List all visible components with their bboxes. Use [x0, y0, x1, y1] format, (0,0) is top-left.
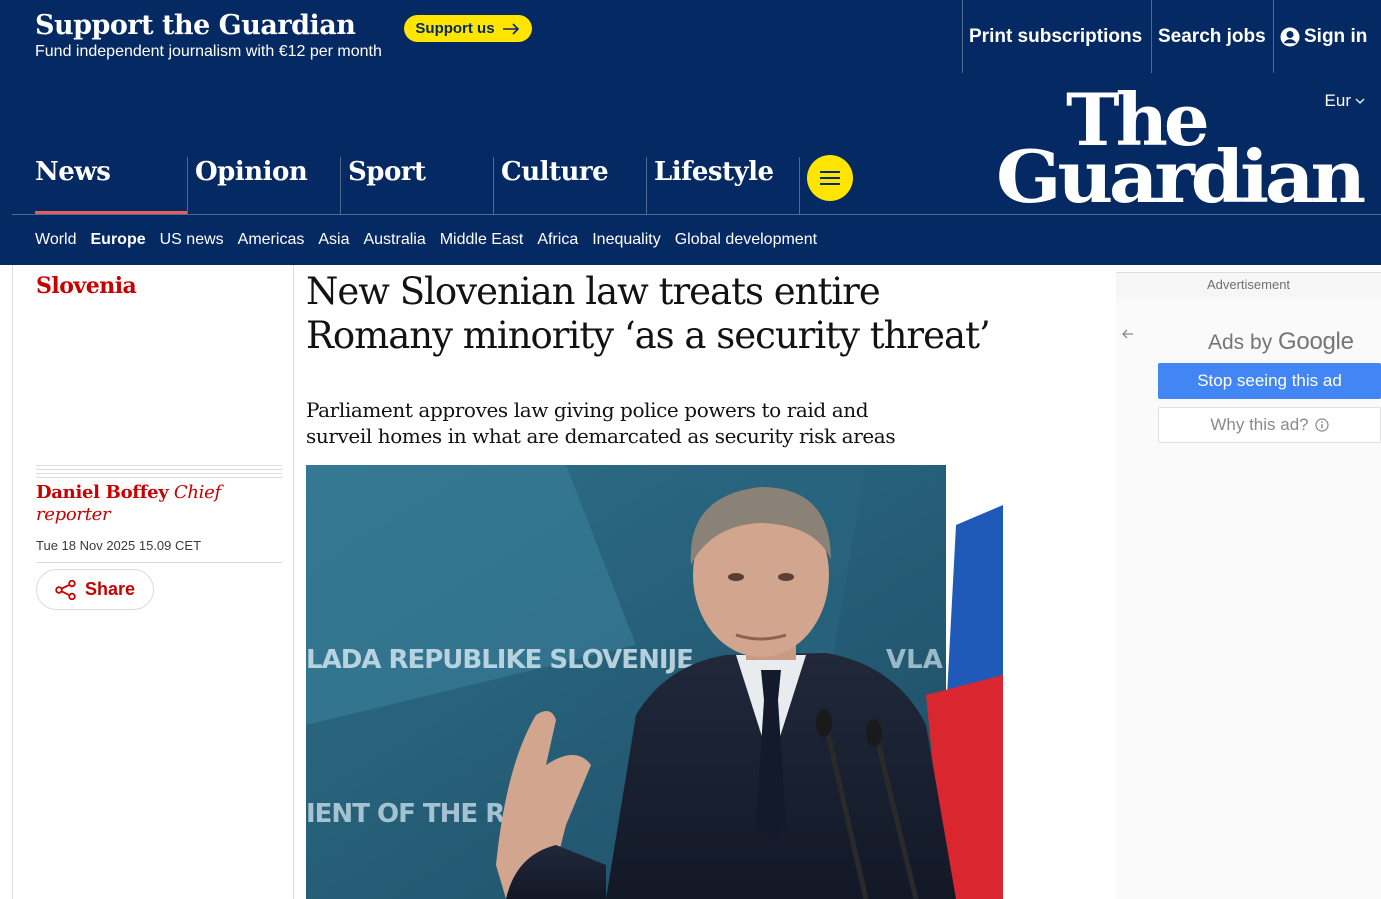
pillar-sport[interactable]: Sport — [340, 157, 493, 215]
image-text-bottom: IENT OF THE RE — [306, 799, 521, 829]
sign-in-link[interactable]: Sign in — [1273, 0, 1381, 73]
subnav-middle-east[interactable]: Middle East — [440, 231, 524, 249]
search-jobs-label: Search jobs — [1158, 25, 1266, 47]
sub-navigation: World Europe US news Americas Asia Austr… — [35, 231, 817, 249]
subnav-americas[interactable]: Americas — [238, 231, 305, 249]
press-conference-photo: LADA REPUBLIKE SLOVENIJE VLA IENT OF THE… — [306, 465, 1003, 899]
pillar-culture[interactable]: Culture — [493, 157, 646, 215]
byline: Daniel Boffey Chief reporter — [36, 482, 282, 526]
pillar-divider — [799, 157, 800, 215]
subnav-inequality[interactable]: Inequality — [592, 231, 661, 249]
stop-seeing-ad-label: Stop seeing this ad — [1197, 371, 1342, 390]
publish-date: Tue 18 Nov 2025 15.09 CET — [36, 538, 202, 553]
pillar-sport-label: Sport — [348, 157, 426, 187]
share-label: Share — [84, 579, 136, 599]
advertisement-slot: Advertisement Ads by Google Stop seeing … — [1116, 272, 1381, 899]
ad-label: Advertisement — [1116, 272, 1381, 298]
masthead: Eur The Guardian News Opinion Sport Cult… — [0, 73, 1381, 265]
pillar-opinion-label: Opinion — [195, 157, 308, 187]
support-subtitle: Fund independent journalism with €12 per… — [35, 43, 382, 60]
ads-by-google: Ads by Google — [1208, 328, 1354, 356]
column-divider — [293, 265, 294, 899]
support-us-label: Support us — [415, 20, 495, 37]
pillar-lifestyle-label: Lifestyle — [654, 157, 774, 187]
meta-divider-lines — [36, 465, 282, 479]
ad-content: Ads by Google Stop seeing this ad Why th… — [1116, 298, 1381, 899]
article-main-image[interactable]: LADA REPUBLIKE SLOVENIJE VLA IENT OF THE… — [306, 465, 1003, 899]
user-icon — [1280, 27, 1300, 46]
logo-line-2: Guardian — [996, 134, 1365, 207]
subnav-global-development[interactable]: Global development — [675, 231, 817, 249]
share-button[interactable]: Share — [36, 569, 154, 610]
share-icon — [55, 579, 76, 600]
stop-seeing-ad-button[interactable]: Stop seeing this ad — [1158, 363, 1381, 399]
pillar-opinion[interactable]: Opinion — [187, 157, 340, 215]
print-subscriptions-link[interactable]: Print subscriptions — [962, 0, 1151, 73]
support-title: Support the Guardian — [35, 10, 356, 41]
image-text-right: VLA — [886, 645, 943, 675]
search-jobs-link[interactable]: Search jobs — [1151, 0, 1273, 73]
pillar-news[interactable]: News — [35, 157, 187, 215]
section-label[interactable]: Slovenia — [36, 273, 137, 299]
ads-by-label: Ads by — [1208, 331, 1273, 354]
menu-button[interactable] — [807, 155, 853, 201]
guardian-logo[interactable]: The Guardian — [996, 85, 1366, 207]
guardian-logo-svg: The Guardian — [996, 85, 1366, 207]
arrow-left-icon[interactable] — [1122, 328, 1134, 340]
subnav-us-news[interactable]: US news — [160, 231, 224, 249]
print-subscriptions-label: Print subscriptions — [969, 25, 1143, 47]
author-name[interactable]: Daniel Boffey — [36, 482, 169, 503]
why-this-ad-button[interactable]: Why this ad? — [1158, 407, 1381, 443]
why-this-ad-label: Why this ad? — [1210, 415, 1309, 434]
article-headline: New Slovenian law treats entire Romany m… — [306, 270, 991, 357]
info-icon — [1315, 418, 1329, 432]
image-text-top: LADA REPUBLIKE SLOVENIJE — [306, 645, 693, 675]
subnav-asia[interactable]: Asia — [318, 231, 349, 249]
pillar-culture-label: Culture — [501, 157, 609, 187]
left-column-rule — [12, 265, 13, 899]
pillar-lifestyle[interactable]: Lifestyle — [646, 157, 799, 215]
article-standfirst: Parliament approves law giving police po… — [306, 398, 896, 448]
subnav-africa[interactable]: Africa — [537, 231, 578, 249]
support-us-button[interactable]: Support us — [404, 15, 532, 42]
arrow-right-icon — [502, 22, 519, 35]
subnav-europe[interactable]: Europe — [91, 231, 146, 249]
subnav-australia[interactable]: Australia — [363, 231, 425, 249]
google-wordmark: Google — [1278, 328, 1354, 355]
sign-in-label: Sign in — [1304, 25, 1368, 47]
nav-divider — [12, 214, 1381, 215]
date-divider — [36, 562, 282, 563]
hamburger-icon — [820, 171, 840, 185]
pillar-news-label: News — [35, 157, 111, 187]
support-bar: Support the Guardian Fund independent jo… — [0, 0, 1381, 73]
subnav-world[interactable]: World — [35, 231, 77, 249]
